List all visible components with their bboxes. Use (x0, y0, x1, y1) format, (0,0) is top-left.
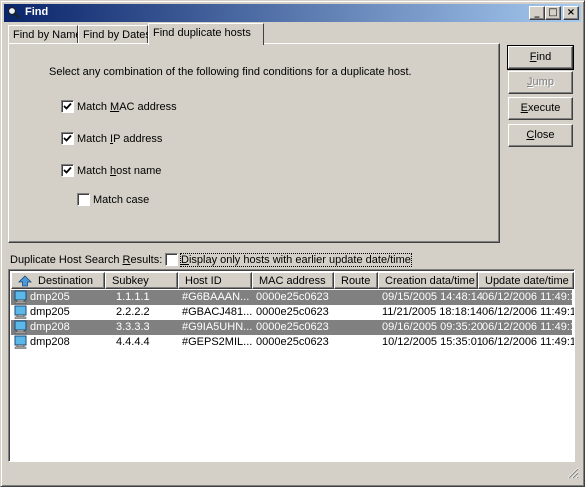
cell-host-id: #GBACJ481... (182, 306, 252, 318)
cell-mac: 0000e25c0623 (256, 336, 329, 348)
execute-button[interactable]: Execute (508, 97, 573, 120)
cell-mac: 0000e25c0623 (256, 291, 329, 303)
table-row[interactable]: dmp208 4.4.4.4 #GEPS2MIL... 0000e25c0623… (11, 335, 575, 352)
cell-mac: 0000e25c0623 (256, 321, 329, 333)
close-window-button[interactable]: × (563, 6, 579, 20)
duplicate-hosts-panel: Select any combination of the following … (8, 43, 500, 243)
cell-updated: 06/12/2006 11:49:19 (482, 321, 575, 333)
tab-label: Find by Name (13, 29, 82, 41)
results-table[interactable]: Destination Subkey Host ID MAC address R… (8, 269, 575, 462)
cell-subkey: 3.3.3.3 (116, 321, 150, 333)
computer-monitor-icon (14, 335, 27, 352)
checkmark-icon (63, 166, 72, 174)
sort-up-arrow-icon (18, 275, 32, 288)
cell-host-id: #G9IA5UHN... (182, 321, 252, 333)
checkmark-icon (63, 134, 72, 142)
cell-updated: 06/12/2006 11:49:19 (482, 306, 575, 318)
close-button[interactable]: Close (508, 124, 573, 147)
results-label: Duplicate Host Search Results: (10, 254, 163, 266)
cell-updated: 06/12/2006 11:49:19 (482, 336, 575, 348)
match-ip-label[interactable]: Match IP address (77, 133, 162, 145)
cell-subkey: 4.4.4.4 (116, 336, 150, 348)
column-header-subkey[interactable]: Subkey (105, 272, 178, 289)
window-title: Find (25, 6, 49, 18)
column-header-mac-address[interactable]: MAC address (252, 272, 334, 289)
maximize-button[interactable]: □ (545, 6, 561, 20)
cell-subkey: 2.2.2.2 (116, 306, 150, 318)
match-ip-checkbox[interactable] (61, 132, 74, 145)
match-mac-label[interactable]: Match MAC address (77, 101, 177, 113)
tab-find-by-name[interactable]: Find by Name (8, 25, 82, 45)
table-row[interactable]: dmp205 2.2.2.2 #GBACJ481... 0000e25c0623… (11, 305, 575, 320)
cell-updated: 06/12/2006 11:49:19 (482, 291, 575, 303)
match-mac-checkbox[interactable] (61, 100, 74, 113)
checkmark-icon (63, 102, 72, 110)
maximize-icon: □ (548, 7, 558, 18)
cell-created: 10/12/2005 15:35:01 (382, 336, 483, 348)
match-hostname-checkbox[interactable] (61, 164, 74, 177)
magnifier-icon (7, 6, 20, 19)
tab-label: Find duplicate hosts (153, 27, 251, 39)
title-bar[interactable]: Find _ □ × (4, 4, 581, 22)
cell-mac: 0000e25c0623 (256, 306, 329, 318)
jump-button[interactable]: Jump (508, 71, 573, 94)
cell-destination: dmp208 (30, 336, 70, 348)
column-header-host-id[interactable]: Host ID (178, 272, 252, 289)
find-button[interactable]: Find (507, 45, 574, 70)
tab-label: Find by Dates (83, 29, 151, 41)
cell-created: 09/15/2005 14:48:14 (382, 291, 483, 303)
minimize-button[interactable]: _ (529, 6, 545, 20)
earlier-update-filter-label[interactable]: Display only hosts with earlier update d… (180, 253, 412, 267)
tab-find-by-dates[interactable]: Find by Dates (78, 25, 151, 45)
tab-find-duplicate-hosts[interactable]: Find duplicate hosts (148, 23, 264, 45)
column-header-destination[interactable]: Destination (11, 272, 105, 289)
minimize-icon: _ (534, 7, 540, 18)
cell-subkey: 1.1.1.1 (116, 291, 150, 303)
cell-created: 09/16/2005 09:35:20 (382, 321, 483, 333)
instruction-text: Select any combination of the following … (49, 66, 412, 78)
table-row[interactable]: dmp205 1.1.1.1 #G6BAAAN... 0000e25c0623 … (11, 290, 575, 305)
status-bar (4, 464, 581, 484)
column-header-route[interactable]: Route (334, 272, 378, 289)
column-header-update-time[interactable]: Update date/time (478, 272, 574, 289)
cell-destination: dmp205 (30, 306, 70, 318)
match-case-label[interactable]: Match case (93, 194, 149, 206)
column-header-creation-time[interactable]: Creation data/time (378, 272, 478, 289)
find-window: Find _ □ × Find by Name Find by Dates Fi… (0, 0, 585, 487)
close-icon: × (566, 7, 576, 18)
size-grip-icon[interactable] (567, 467, 579, 482)
cell-destination: dmp205 (30, 291, 70, 303)
cell-host-id: #G6BAAAN... (182, 291, 250, 303)
match-hostname-label[interactable]: Match host name (77, 165, 161, 177)
earlier-update-filter-checkbox[interactable] (165, 253, 178, 266)
cell-host-id: #GEPS2MIL... (182, 336, 252, 348)
cell-created: 11/21/2005 18:18:14 (382, 306, 483, 318)
cell-destination: dmp208 (30, 321, 70, 333)
match-case-checkbox[interactable] (77, 193, 90, 206)
table-row[interactable]: dmp208 3.3.3.3 #G9IA5UHN... 0000e25c0623… (11, 320, 575, 335)
